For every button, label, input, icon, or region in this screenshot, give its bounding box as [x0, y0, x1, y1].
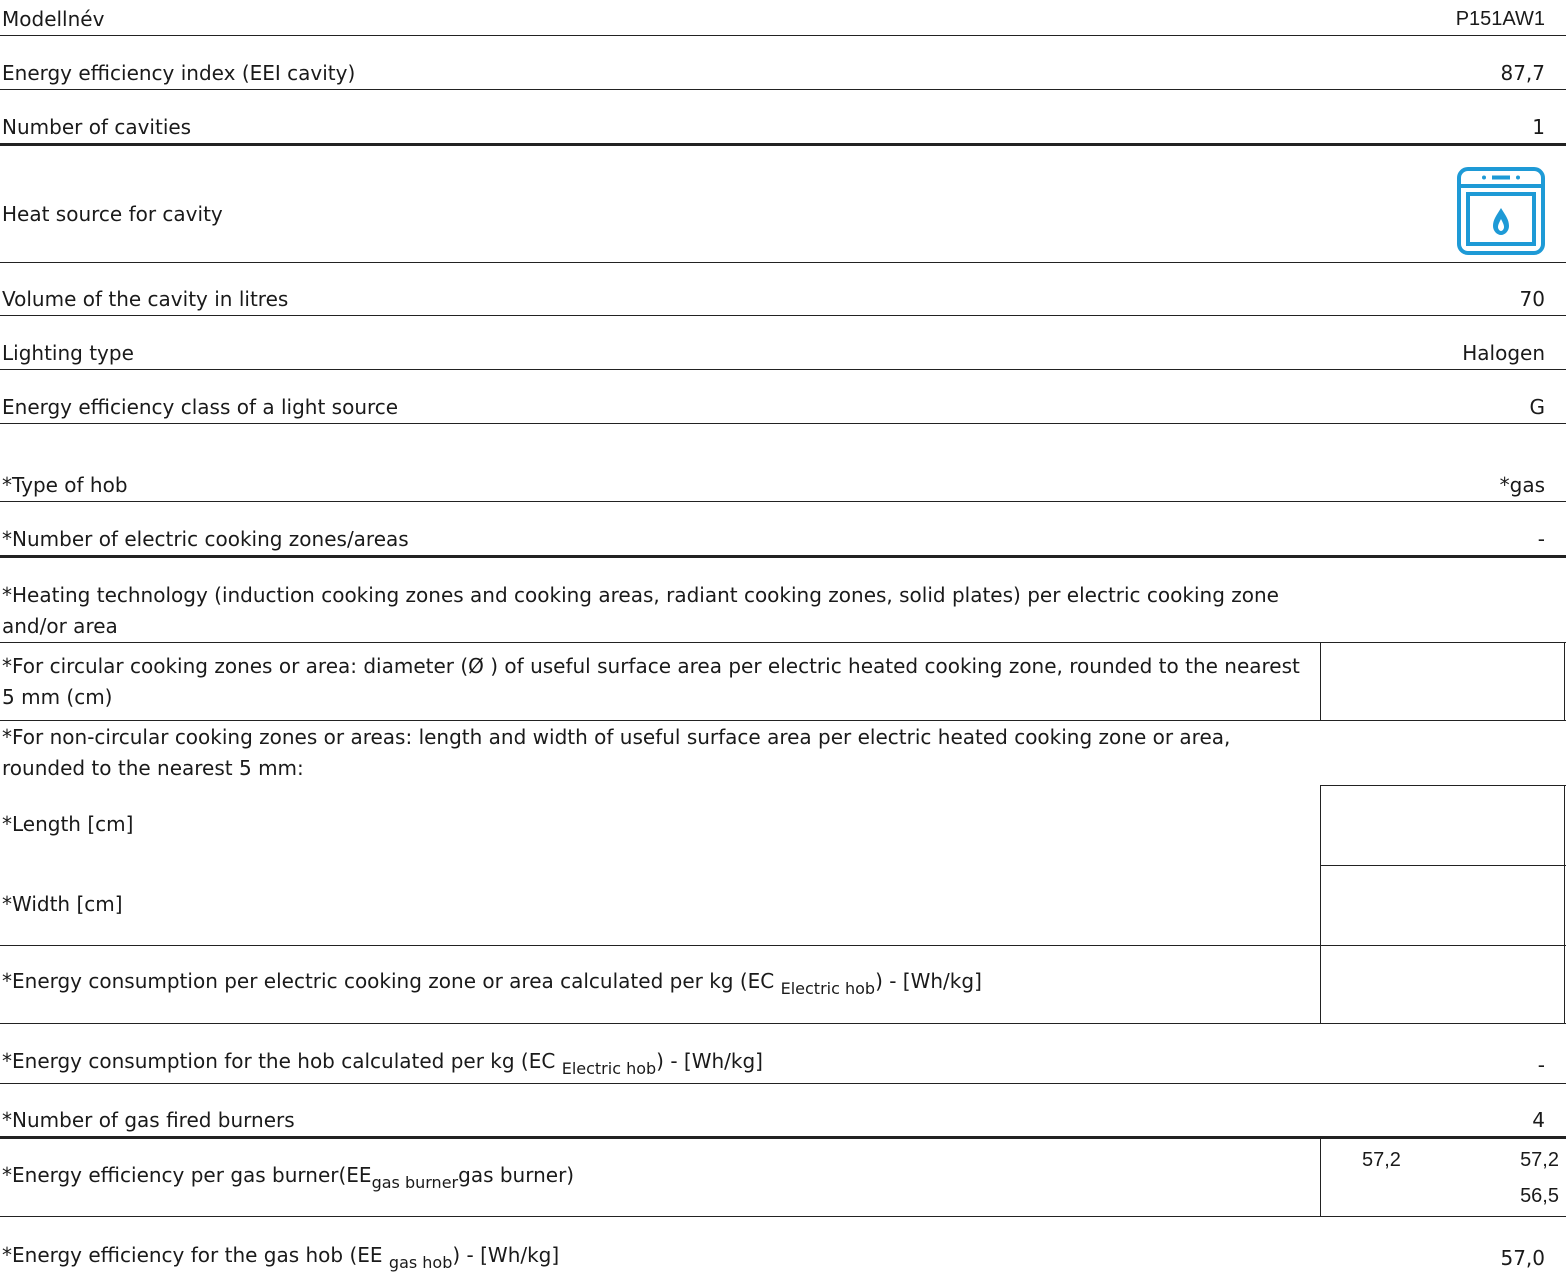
eei-value: 87,7: [1500, 61, 1545, 85]
lighting-label: Lighting type: [2, 341, 134, 365]
cavities-value: 1: [1532, 115, 1545, 139]
electric-zones-value: -: [1537, 527, 1545, 551]
row-divider: [0, 642, 1566, 643]
cavities-label: Number of cavities: [2, 115, 192, 139]
cell-divider: [1320, 1137, 1321, 1217]
row-divider: [0, 89, 1566, 90]
cell-divider: [1564, 785, 1565, 1024]
burner-efficiency-value: 57,2: [1520, 1149, 1559, 1171]
cell-divider: [1320, 865, 1566, 866]
model-name-label: Modellnév: [2, 7, 105, 31]
gas-oven-icon: [1457, 167, 1545, 255]
heat-source-label: Heat source for cavity: [2, 202, 223, 226]
row-divider: [0, 35, 1566, 36]
hob-type-label: *Type of hob: [2, 473, 128, 497]
row-divider: [0, 423, 1566, 424]
row-divider: [0, 315, 1566, 316]
row-divider: [0, 1023, 1566, 1024]
burner-efficiency-value: 56,5: [1520, 1185, 1559, 1207]
hob-type-value: *gas: [1499, 473, 1545, 497]
noncircular-zone-label: *For non-circular cooking zones or areas…: [2, 725, 1231, 780]
gas-burners-label: *Number of gas fired burners: [2, 1108, 295, 1132]
ec-zone-label: *Energy consumption per electric cooking…: [2, 969, 982, 998]
electric-zones-label: *Number of electric cooking zones/areas: [2, 527, 409, 551]
row-divider: [0, 945, 1566, 946]
circular-zone-label: *For circular cooking zones or area: dia…: [2, 654, 1300, 709]
cell-divider: [1320, 785, 1321, 1024]
width-label: *Width [cm]: [2, 892, 123, 916]
lighting-value: Halogen: [1462, 341, 1545, 365]
cell-divider: [1320, 642, 1321, 721]
row-divider: [0, 720, 1566, 721]
burner-efficiency-value: 57,2: [1362, 1149, 1401, 1171]
ec-hob-label: *Energy consumption for the hob calculat…: [2, 1049, 763, 1078]
ee-burner-label: *Energy efficiency per gas burner(EEgas …: [2, 1163, 575, 1192]
row-divider: [0, 1136, 1566, 1139]
cell-divider: [1564, 642, 1565, 721]
row-divider: [0, 1083, 1566, 1084]
light-class-label: Energy efficiency class of a light sourc…: [2, 395, 399, 419]
gas-burners-value: 4: [1532, 1108, 1545, 1132]
cell-divider: [1320, 785, 1566, 786]
length-label: *Length [cm]: [2, 812, 134, 836]
light-class-value: G: [1529, 395, 1546, 419]
row-divider: [0, 1216, 1566, 1217]
row-divider: [0, 501, 1566, 502]
volume-value: 70: [1519, 287, 1545, 311]
row-divider: [0, 262, 1566, 263]
eei-label: Energy efficiency index (EEI cavity): [2, 61, 356, 85]
row-divider: [0, 369, 1566, 370]
heating-tech-label: *Heating technology (induction cooking z…: [2, 583, 1279, 638]
ec-hob-value: -: [1537, 1053, 1545, 1077]
ee-gas-hob-label: *Energy efficiency for the gas hob (EE g…: [2, 1243, 560, 1272]
ee-gas-hob-value: 57,0: [1500, 1246, 1545, 1270]
volume-label: Volume of the cavity in litres: [2, 287, 289, 311]
row-divider: [0, 555, 1566, 558]
row-divider: [0, 143, 1566, 146]
model-name-value: P151AW1: [1455, 8, 1545, 30]
